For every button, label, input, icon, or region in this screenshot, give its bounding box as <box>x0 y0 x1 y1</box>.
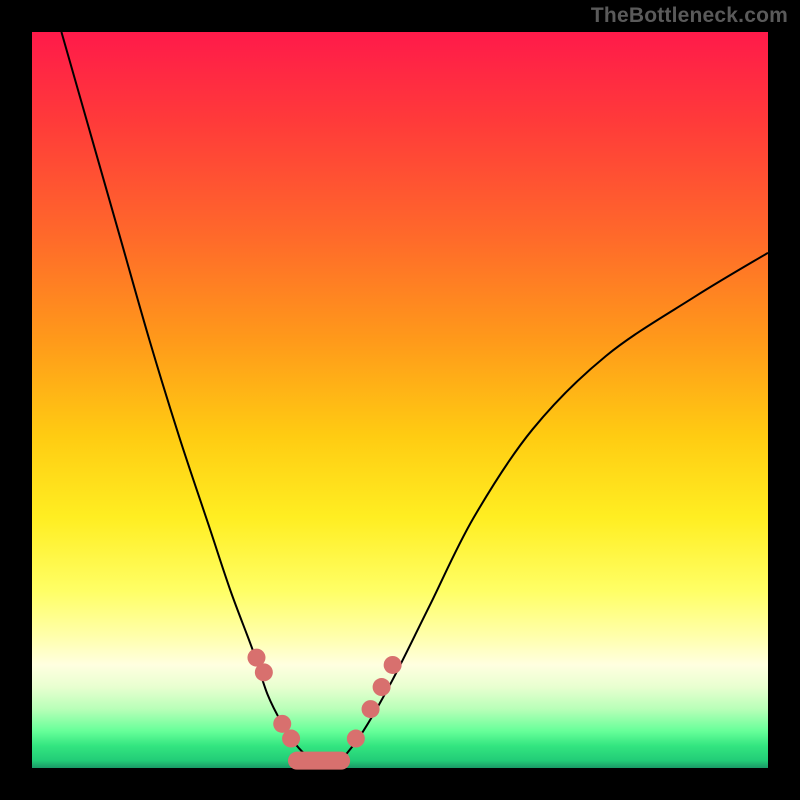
plot-area <box>32 32 768 768</box>
right-curve <box>341 253 768 761</box>
left-curve <box>61 32 311 761</box>
watermark-text: TheBottleneck.com <box>591 4 788 28</box>
chart-container: TheBottleneck.com <box>0 0 800 800</box>
curve-marker-dot <box>347 730 365 748</box>
curve-marker-dot <box>384 656 402 674</box>
curve-marker-dot <box>282 730 300 748</box>
curve-marker-dot <box>362 700 380 718</box>
curve-marker-dot <box>373 678 391 696</box>
curve-marker-dot <box>255 663 273 681</box>
curves-svg <box>32 32 768 768</box>
